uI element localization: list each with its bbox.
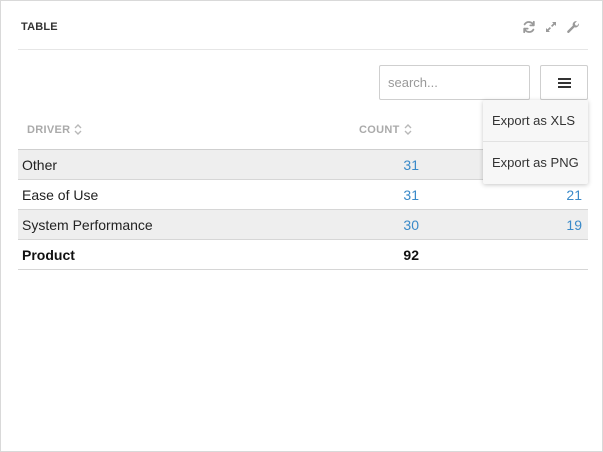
table-row: System Performance 30 19	[18, 210, 588, 240]
driver-cell: Other	[22, 157, 58, 173]
export-png-item[interactable]: Export as PNG	[483, 142, 588, 184]
value-link[interactable]: 21	[566, 187, 582, 203]
column-header-count[interactable]: COUNT	[359, 123, 412, 136]
column-header-driver[interactable]: DRIVER	[27, 123, 82, 136]
search-input[interactable]	[379, 65, 530, 100]
expand-icon[interactable]	[544, 20, 558, 34]
total-count: 92	[403, 247, 419, 263]
export-xls-item[interactable]: Export as XLS	[483, 100, 588, 142]
wrench-icon[interactable]	[566, 20, 580, 34]
export-menu: Export as XLS Export as PNG	[483, 100, 588, 184]
sort-icon	[74, 123, 82, 136]
widget-title: TABLE	[21, 21, 58, 33]
total-row: Product 92	[18, 240, 588, 270]
header-icons	[522, 20, 580, 34]
count-link[interactable]: 30	[403, 217, 419, 233]
menu-button[interactable]	[540, 65, 588, 100]
column-header-label: COUNT	[359, 123, 400, 136]
hamburger-icon	[558, 78, 571, 88]
value-link[interactable]: 19	[566, 217, 582, 233]
total-label: Product	[22, 247, 75, 263]
refresh-icon[interactable]	[522, 20, 536, 34]
count-link[interactable]: 31	[403, 187, 419, 203]
widget-header: TABLE	[18, 1, 588, 50]
column-header-label: DRIVER	[27, 123, 71, 136]
table-row: Ease of Use 31 21	[18, 180, 588, 210]
sort-icon	[404, 123, 412, 136]
count-link[interactable]: 31	[403, 157, 419, 173]
driver-cell: Ease of Use	[22, 187, 99, 203]
driver-cell: System Performance	[22, 217, 153, 233]
table-widget: TABLE search... DRIVER COUNT Other 31 Ea…	[0, 0, 603, 452]
